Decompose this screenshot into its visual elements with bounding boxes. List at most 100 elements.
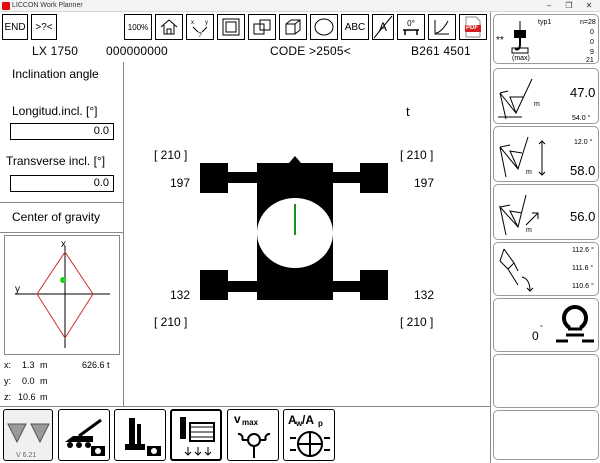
curve-icon: [434, 20, 449, 35]
radius-panel[interactable]: 12.0 ° 58.0 m: [493, 126, 599, 182]
angle-2-value: 111.6 °: [572, 265, 594, 272]
circle-button[interactable]: [310, 14, 338, 40]
empty-panel-1[interactable]: [493, 354, 599, 408]
value-9: 9: [590, 49, 594, 56]
version-label: V 6.21: [16, 452, 37, 459]
anemometer-icon: [237, 432, 271, 458]
outrigger-top-right-max: [ 210 ]: [400, 148, 434, 162]
home-button[interactable]: [155, 14, 183, 40]
longitudinal-field[interactable]: 0.0: [10, 123, 114, 140]
boom-length-panel[interactable]: 47.0 m 54.0 °: [493, 68, 599, 124]
end-button[interactable]: END: [2, 14, 28, 40]
curve-button[interactable]: [428, 14, 456, 40]
abc-button[interactable]: ABC: [341, 14, 369, 40]
left-panel: Inclination angle Longitud.incl. [°] 0.0…: [0, 62, 124, 406]
height-icon: [499, 194, 539, 236]
cog-x-label: x:: [4, 360, 12, 370]
overlap-button[interactable]: [248, 14, 276, 40]
empty-panel-2[interactable]: [493, 410, 599, 460]
cog-weight: 626.6 t: [82, 360, 110, 370]
outrigger-top-right-load: 197: [414, 176, 435, 190]
ap-subscript: p: [318, 419, 323, 428]
crane-topview: [200, 156, 388, 300]
radius-angle-value: 12.0 °: [574, 139, 593, 146]
load-unit-label: t: [406, 104, 410, 119]
svg-text:y: y: [205, 20, 208, 26]
degree-button[interactable]: 0°: [397, 14, 425, 40]
crane-boom-upright-icon: [125, 418, 161, 456]
radius-icon: [499, 136, 546, 178]
lower-button[interactable]: V 6.21: [3, 409, 53, 461]
frame-button[interactable]: [217, 14, 245, 40]
slew-degree-unit: °: [540, 325, 543, 332]
home-icon: [160, 19, 178, 35]
angle-1-value: 112.6 °: [572, 247, 594, 254]
outrigger-pad-bottom-right: [360, 270, 388, 300]
minimize-button[interactable]: –: [542, 1, 556, 11]
svg-text:x: x: [191, 20, 194, 26]
slew-angle-value: 0: [532, 329, 539, 343]
luffing-icon: [499, 248, 534, 292]
frame-icon: [222, 18, 240, 36]
height-panel[interactable]: 56.0 m: [493, 184, 599, 240]
inclination-title: Inclination angle: [12, 67, 99, 81]
text-a-button[interactable]: A: [372, 14, 394, 40]
height-unit: m: [526, 227, 532, 234]
vmax-label: v: [234, 412, 241, 426]
transverse-label: Transverse incl. [°]: [6, 154, 106, 168]
cog-y-value: 0.0: [22, 376, 35, 386]
crane-photo-button[interactable]: [58, 409, 110, 461]
hook-icon: [511, 21, 529, 54]
cog-point: [60, 277, 66, 283]
crane-truck-icon: [65, 418, 105, 456]
cog-y-label: y:: [4, 376, 12, 386]
pdf-button[interactable]: PDF: [459, 14, 487, 40]
serial-number: 000000000: [106, 44, 168, 58]
title-bar: LICCON Work Planner – ❐ ✕: [0, 0, 600, 12]
ap-label: /A: [302, 413, 314, 427]
window-title: LICCON Work Planner: [12, 2, 83, 9]
ballast-button[interactable]: [170, 409, 222, 461]
angle-panel[interactable]: 112.6 ° 111.6 ° 110.6 °: [493, 242, 599, 296]
divider: [0, 202, 124, 203]
outrigger-pad-top-right: [360, 163, 388, 193]
config-label: B261 4501: [411, 44, 471, 58]
cog-z-unit: m: [40, 392, 48, 402]
cog-y-unit: m: [40, 376, 48, 386]
slew-panel[interactable]: 0 °: [493, 298, 599, 352]
axis-x-label: x: [61, 239, 66, 250]
help-button[interactable]: >?<: [31, 14, 57, 40]
cog-z-label: z:: [4, 392, 12, 402]
outrigger-top-left-max: [ 210 ]: [154, 148, 188, 162]
restore-button[interactable]: ❐: [562, 1, 576, 11]
wind-area-button[interactable]: A w /A p: [283, 409, 335, 461]
zoom-100-button[interactable]: 100%: [124, 14, 152, 40]
vmax-subscript: max: [242, 418, 259, 427]
boom-length-unit: m: [534, 101, 540, 108]
xy-cursor-button[interactable]: x y?: [186, 14, 214, 40]
right-panel: ** (max) typ1 n=28 0 0 9 21 47.0 m 54.0 …: [490, 12, 600, 463]
value-0a: 0: [590, 29, 594, 36]
hook-panel[interactable]: ** (max) typ1 n=28 0 0 9 21: [493, 14, 599, 64]
outrigger-pad-top-left: [200, 163, 228, 193]
divider: [0, 232, 124, 233]
transverse-field[interactable]: 0.0: [10, 175, 114, 192]
outrigger-bottom-right-load: 132: [414, 288, 435, 302]
model-label: LX 1750: [32, 44, 79, 58]
svg-text:?: ?: [198, 32, 202, 38]
angle-3-value: 110.6 °: [572, 283, 594, 290]
typ-label: typ1: [538, 19, 552, 26]
height-value: 56.0: [570, 209, 596, 224]
outrigger-bottom-left-max: [ 210 ]: [154, 315, 188, 329]
beam-icon: [403, 28, 419, 35]
axis-y-label: y: [15, 284, 20, 295]
slewing-gear-icon: [556, 305, 594, 343]
cube-view-button[interactable]: [279, 14, 307, 40]
wind-speed-button[interactable]: v max: [227, 409, 279, 461]
tower-photo-button[interactable]: [114, 409, 166, 461]
boom-angle-value: 54.0 °: [572, 115, 591, 122]
outrigger-top-left-load: 197: [170, 176, 191, 190]
cog-x-value: 1.3: [22, 360, 35, 370]
close-button[interactable]: ✕: [582, 1, 596, 11]
outrigger-bottom-left-load: 132: [170, 288, 191, 302]
